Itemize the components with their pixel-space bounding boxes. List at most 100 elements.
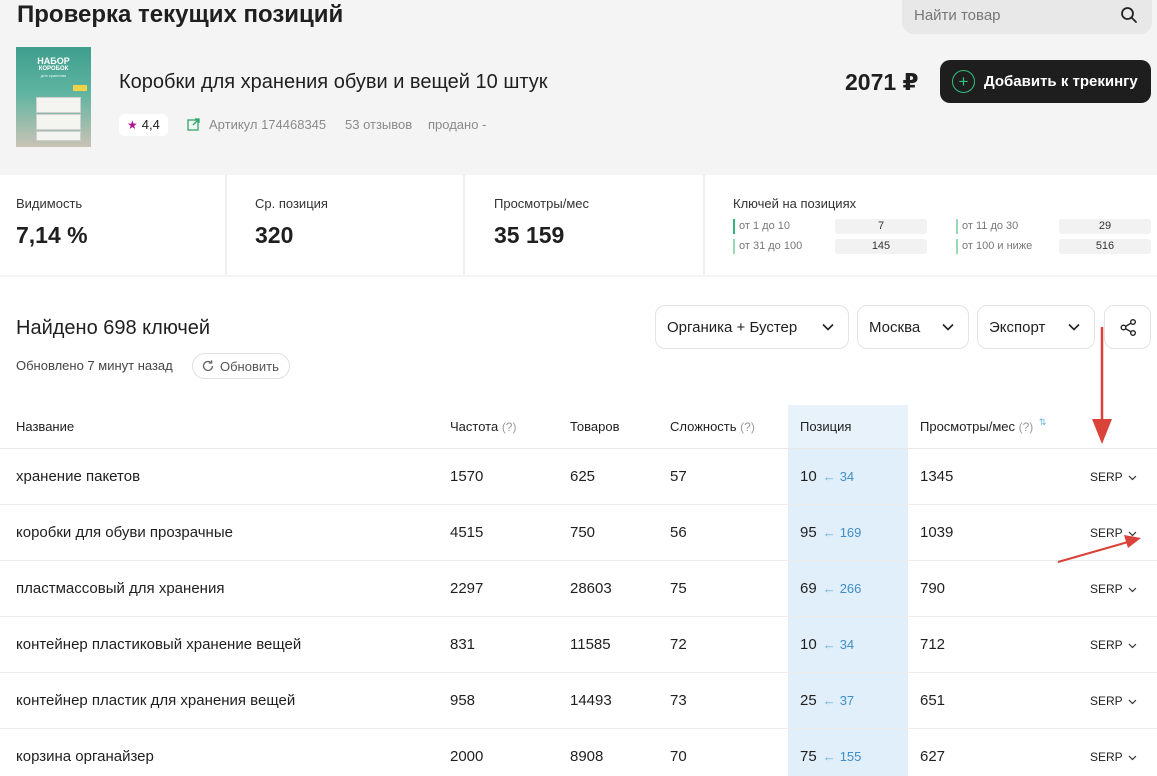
product-price: 2071 ₽: [845, 69, 919, 95]
col-frequency[interactable]: Частота (?): [450, 405, 516, 449]
cell-name: контейнер пластиковый хранение вещей: [16, 636, 302, 653]
keywords-table-body: хранение пакетов 1570 625 57 1345 10 ← 34 SERP ко…: [0, 449, 1157, 776]
col-views[interactable]: Просмотры/мес (?) ⇅: [920, 405, 1047, 449]
cell-name: пластмассовый для хранения: [16, 580, 225, 597]
search-icon[interactable]: [1120, 6, 1138, 24]
product-image[interactable]: НАБОР КОРОБОК для хранения: [16, 47, 91, 147]
cell-difficulty: 70: [670, 748, 687, 765]
table-row[interactable]: хранение пакетов 1570 625 57 1345 10 ← 34 SERP: [0, 449, 1157, 505]
product-image-text: НАБОР: [37, 56, 70, 66]
help-icon[interactable]: (?): [502, 420, 517, 434]
arrow-left-icon: ←: [822, 637, 836, 652]
serp-label: SERP: [1090, 526, 1123, 540]
range-value: 29: [1059, 219, 1151, 234]
cell-difficulty: 56: [670, 524, 687, 541]
arrow-left-icon: ←: [822, 749, 836, 764]
chevron-down-icon: [1128, 699, 1137, 704]
cell-position: 69 ← 266: [800, 561, 861, 617]
stat-label: Ключей на позициях: [733, 196, 857, 211]
stat-value: 7,14 %: [16, 222, 88, 248]
article-number[interactable]: Артикул 174468345: [209, 114, 326, 136]
add-to-tracking-button[interactable]: + Добавить к трекингу: [940, 60, 1151, 103]
cell-products: 625: [570, 468, 596, 485]
stat-views: Просмотры/мес 35 159: [465, 175, 703, 275]
table-row[interactable]: корзина органайзер 2000 8908 70 627 75 ← 155 SER…: [0, 729, 1157, 776]
range-value: 145: [835, 239, 927, 254]
position-previous: 37: [839, 693, 855, 708]
chevron-down-icon: [1128, 587, 1137, 592]
arrow-left-icon: ←: [822, 469, 836, 484]
source-dropdown-value: Органика + Бустер: [667, 318, 798, 336]
arrow-left-icon: ←: [822, 693, 836, 708]
position-current: 10: [800, 636, 817, 653]
rating-value: 4,4: [141, 117, 160, 132]
cell-difficulty: 73: [670, 692, 687, 709]
cell-products: 28603: [570, 580, 612, 597]
table-row[interactable]: коробки для обуви прозрачные 4515 750 56 103…: [0, 505, 1157, 561]
share-button[interactable]: [1104, 305, 1151, 349]
help-icon[interactable]: (?): [1019, 420, 1034, 434]
stat-label: Видимость: [16, 196, 83, 211]
cell-difficulty: 75: [670, 580, 687, 597]
serp-toggle[interactable]: SERP: [1090, 561, 1137, 617]
external-link-icon[interactable]: [187, 118, 200, 131]
serp-label: SERP: [1090, 750, 1123, 764]
product-name: Коробки для хранения обуви и вещей 10 шт…: [119, 71, 548, 93]
table-row[interactable]: пластмассовый для хранения 2297 28603 75 790…: [0, 561, 1157, 617]
cell-difficulty: 72: [670, 636, 687, 653]
city-dropdown[interactable]: Москва: [857, 305, 969, 349]
serp-toggle[interactable]: SERP: [1090, 449, 1137, 505]
cell-name: коробки для обуви прозрачные: [16, 524, 233, 541]
col-difficulty-label: Сложность: [670, 419, 737, 434]
col-name[interactable]: Название: [16, 405, 74, 449]
position-previous: 34: [839, 637, 855, 652]
cell-views: 712: [920, 636, 946, 653]
rating-badge: ★ 4,4: [119, 114, 168, 136]
chevron-down-icon: [1128, 755, 1137, 760]
cell-position: 10 ← 34: [800, 617, 854, 673]
arrow-left-icon: ←: [822, 581, 836, 596]
cell-views: 1345: [920, 468, 954, 485]
serp-label: SERP: [1090, 582, 1123, 596]
refresh-icon: [202, 360, 214, 372]
range-label: от 11 до 30: [956, 219, 1018, 234]
position-current: 25: [800, 692, 817, 709]
position-previous: 266: [839, 581, 862, 596]
col-position[interactable]: Позиция: [800, 405, 851, 449]
chevron-down-icon: [1128, 643, 1137, 648]
cell-products: 11585: [570, 636, 611, 653]
col-difficulty[interactable]: Сложность (?): [670, 405, 755, 449]
source-dropdown[interactable]: Органика + Бустер: [655, 305, 849, 349]
export-dropdown[interactable]: Экспорт: [977, 305, 1095, 349]
search-box[interactable]: [902, 0, 1152, 34]
help-icon[interactable]: (?): [740, 420, 755, 434]
col-products[interactable]: Товаров: [570, 405, 620, 449]
cell-frequency: 958: [450, 692, 476, 709]
product-header: Проверка текущих позиций НАБОР КОРОБОК д…: [0, 0, 1157, 175]
cell-views: 1039: [920, 524, 954, 541]
serp-toggle[interactable]: SERP: [1090, 617, 1137, 673]
serp-label: SERP: [1090, 638, 1123, 652]
range-label: от 1 до 10: [733, 219, 790, 234]
cell-views: 790: [920, 580, 946, 597]
cell-views: 651: [920, 692, 946, 709]
refresh-button[interactable]: Обновить: [192, 353, 290, 379]
table-row[interactable]: контейнер пластик для хранения вещей 958 1…: [0, 673, 1157, 729]
chevron-down-icon: [822, 323, 834, 331]
table-row[interactable]: контейнер пластиковый хранение вещей 831 1…: [0, 617, 1157, 673]
serp-toggle[interactable]: SERP: [1090, 729, 1137, 776]
chevron-down-icon: [1068, 323, 1080, 331]
serp-toggle[interactable]: SERP: [1090, 505, 1137, 561]
serp-toggle[interactable]: SERP: [1090, 673, 1137, 729]
stat-keys-by-position: Ключей на позициях от 1 до 10 7 от 11 до…: [705, 175, 1157, 275]
page-title: Проверка текущих позиций: [17, 1, 344, 28]
star-icon: ★: [127, 118, 138, 132]
sort-icon[interactable]: ⇅: [1039, 417, 1047, 427]
chevron-down-icon: [942, 323, 954, 331]
chevron-down-icon: [1128, 475, 1137, 480]
search-input[interactable]: [914, 0, 1114, 30]
position-current: 69: [800, 580, 817, 597]
reviews-count: 53 отзывов: [345, 117, 413, 132]
stat-avg-position: Ср. позиция 320: [227, 175, 463, 275]
cell-name: контейнер пластик для хранения вещей: [16, 692, 296, 709]
